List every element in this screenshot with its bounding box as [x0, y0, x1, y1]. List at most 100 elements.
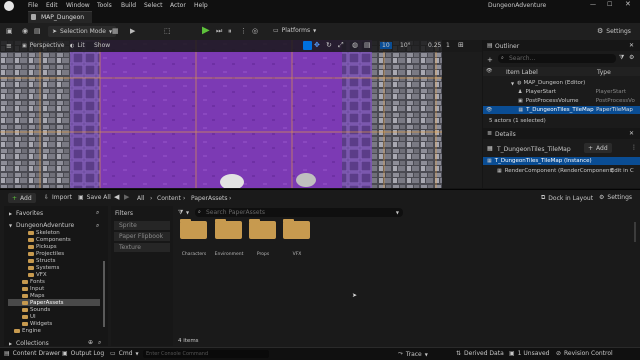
- viewport-menu-icon[interactable]: ≡: [6, 42, 12, 50]
- favorites-header[interactable]: Favorites: [16, 210, 43, 217]
- blueprint-icon[interactable]: ▦: [112, 27, 119, 35]
- stop-icon[interactable]: ⏸: [228, 27, 232, 36]
- cmd-dropdown[interactable]: ▭ Cmd ▼: [110, 350, 139, 357]
- tree-vfx[interactable]: VFX: [28, 272, 47, 278]
- menu-file[interactable]: File: [28, 2, 38, 9]
- mode-icon[interactable]: ◉: [22, 27, 28, 35]
- unsaved-button[interactable]: ▣ 1 Unsaved: [509, 350, 549, 357]
- console-command-input[interactable]: Enter Console Command: [143, 350, 269, 358]
- search-icon[interactable]: ⌕: [96, 209, 99, 217]
- add-component-button[interactable]: + Add: [584, 143, 612, 153]
- tree-structs[interactable]: Structs: [28, 258, 55, 264]
- save-all-button[interactable]: ▣ Save All: [78, 194, 111, 201]
- play-options-icon[interactable]: ⏭: [216, 27, 222, 36]
- outliner-search-input[interactable]: ⌕ Search...: [498, 54, 616, 63]
- trace-button[interactable]: ⤳ Trace ▼: [398, 350, 428, 358]
- asset-folder-characters[interactable]: Characters: [180, 219, 210, 261]
- outliner-col-label[interactable]: Item Label: [506, 69, 538, 76]
- search-icon[interactable]: ⌕: [96, 222, 99, 230]
- minimize-icon[interactable]: —: [590, 1, 596, 8]
- tree-systems[interactable]: Systems: [28, 265, 59, 271]
- outliner-row-postprocess[interactable]: ▣ PostProcessVolume PostProcessVo: [483, 97, 640, 105]
- output-log-button[interactable]: ▣ Output Log: [62, 350, 104, 357]
- details-edit-link[interactable]: Edit in C: [611, 168, 634, 174]
- favorites-expand-icon[interactable]: ▶: [9, 211, 12, 216]
- move-tool-icon[interactable]: ✥: [314, 41, 320, 49]
- breadcrumb-content[interactable]: Content: [157, 195, 181, 202]
- select-tool-icon[interactable]: [303, 41, 312, 50]
- camera-speed-value[interactable]: 1: [446, 42, 450, 49]
- viewport-layout-icon[interactable]: ⊞: [458, 41, 464, 49]
- forward-icon[interactable]: ▶: [124, 193, 129, 201]
- filter-paper-flipbook[interactable]: Paper Flipbook: [114, 232, 170, 241]
- menu-select[interactable]: Select: [144, 2, 163, 9]
- tree-paperassets[interactable]: PaperAssets: [8, 299, 100, 306]
- menu-help[interactable]: Help: [194, 2, 208, 9]
- import-button[interactable]: ⇩ Import: [44, 194, 72, 201]
- perspective-button[interactable]: ▣ Perspective: [22, 42, 64, 49]
- tree-input[interactable]: Input: [22, 286, 44, 292]
- scale-tool-icon[interactable]: ⤢: [338, 41, 344, 50]
- save-icon[interactable]: ▣: [6, 27, 13, 35]
- rotate-snap-value[interactable]: 10°: [400, 42, 411, 49]
- outliner-row-map[interactable]: ▼ ◍ MAP_Dungeon (Editor): [483, 79, 640, 87]
- scale-snap-value[interactable]: 0.25: [428, 42, 441, 49]
- asset-search-input[interactable]: ⌕ Search PaperAssets ▼: [195, 208, 403, 217]
- project-expand-icon[interactable]: ▼: [9, 223, 12, 228]
- add-collection-icon[interactable]: ⊕: [88, 339, 93, 346]
- maximize-icon[interactable]: ☐: [607, 1, 612, 8]
- asset-folder-vfx[interactable]: VFX: [283, 219, 313, 261]
- details-more-icon[interactable]: ⋮: [631, 144, 637, 151]
- menu-window[interactable]: Window: [66, 2, 90, 9]
- close-icon[interactable]: ✕: [629, 42, 634, 49]
- cinematics-icon[interactable]: ▶: [130, 27, 135, 35]
- collections-header[interactable]: Collections: [16, 340, 49, 347]
- visibility-icon[interactable]: 👁: [486, 107, 492, 113]
- tree-projectiles[interactable]: Projectiles: [28, 251, 64, 257]
- mode-settings-icon[interactable]: ⬚: [164, 27, 171, 35]
- rotate-tool-icon[interactable]: ↻: [326, 41, 332, 49]
- surface-snap-icon[interactable]: ▤: [364, 41, 371, 49]
- add-actor-icon[interactable]: +: [487, 56, 493, 64]
- collections-expand-icon[interactable]: ▶: [9, 341, 12, 346]
- menu-actor[interactable]: Actor: [170, 2, 186, 9]
- breadcrumb-paperassets[interactable]: PaperAssets: [191, 195, 228, 202]
- world-icon[interactable]: ◍: [352, 41, 358, 49]
- content-icon[interactable]: ▤: [34, 27, 41, 35]
- chevron-down-icon[interactable]: ▼: [186, 210, 189, 215]
- launch-icon[interactable]: ◎: [252, 27, 258, 35]
- search-icon[interactable]: ⌕: [98, 339, 101, 347]
- grid-snap-value[interactable]: 10: [380, 42, 392, 49]
- level-viewport[interactable]: [0, 40, 482, 188]
- close-icon[interactable]: ✕: [629, 130, 634, 137]
- details-instance-row[interactable]: ▦ T_DungeonTiles_TileMap (Instance): [483, 157, 640, 165]
- close-icon[interactable]: ✕: [625, 0, 631, 8]
- menu-build[interactable]: Build: [121, 2, 136, 9]
- selection-mode-dropdown[interactable]: ➤ Selection Mode ▼: [48, 26, 117, 37]
- back-icon[interactable]: ◀: [114, 193, 119, 201]
- content-settings-button[interactable]: ⚙ Settings: [599, 194, 632, 201]
- more-options-icon[interactable]: ⋮: [240, 27, 247, 35]
- revision-control-button[interactable]: ⊘ Revision Control: [556, 350, 613, 357]
- outliner-row-tilemap[interactable]: 👁 ▦ T_DungeonTiles_TileMap PaperTileMap: [483, 106, 640, 114]
- breadcrumb-all[interactable]: All: [137, 195, 144, 202]
- settings-button[interactable]: ⚙ Settings: [597, 27, 631, 35]
- tree-fonts[interactable]: Fonts: [22, 279, 45, 285]
- outliner-tab[interactable]: Outliner: [495, 43, 519, 50]
- menu-edit[interactable]: Edit: [46, 2, 58, 9]
- platforms-button[interactable]: ▭ Platforms ▼: [273, 27, 316, 34]
- tree-ui[interactable]: UI: [22, 314, 36, 320]
- project-header[interactable]: DungeonAdventure: [16, 222, 74, 229]
- tree-sounds[interactable]: Sounds: [22, 307, 50, 313]
- tab-map-dungeon[interactable]: MAP_Dungeon: [28, 11, 92, 23]
- settings-icon[interactable]: ⚙: [629, 54, 634, 61]
- tree-widgets[interactable]: Widgets: [22, 321, 52, 327]
- filter-sprite[interactable]: Sprite: [114, 221, 170, 230]
- drawer-scrollbar[interactable]: [634, 222, 636, 242]
- filter-texture[interactable]: Texture: [114, 243, 170, 252]
- filter-icon[interactable]: ⧩: [619, 54, 624, 62]
- details-component-row[interactable]: ▦ RenderComponent (RenderComponent) Edit…: [483, 167, 640, 175]
- play-icon[interactable]: ▶: [202, 25, 210, 36]
- details-tab[interactable]: Details: [495, 131, 516, 138]
- content-drawer-button[interactable]: ▤ Content Drawer: [4, 350, 60, 357]
